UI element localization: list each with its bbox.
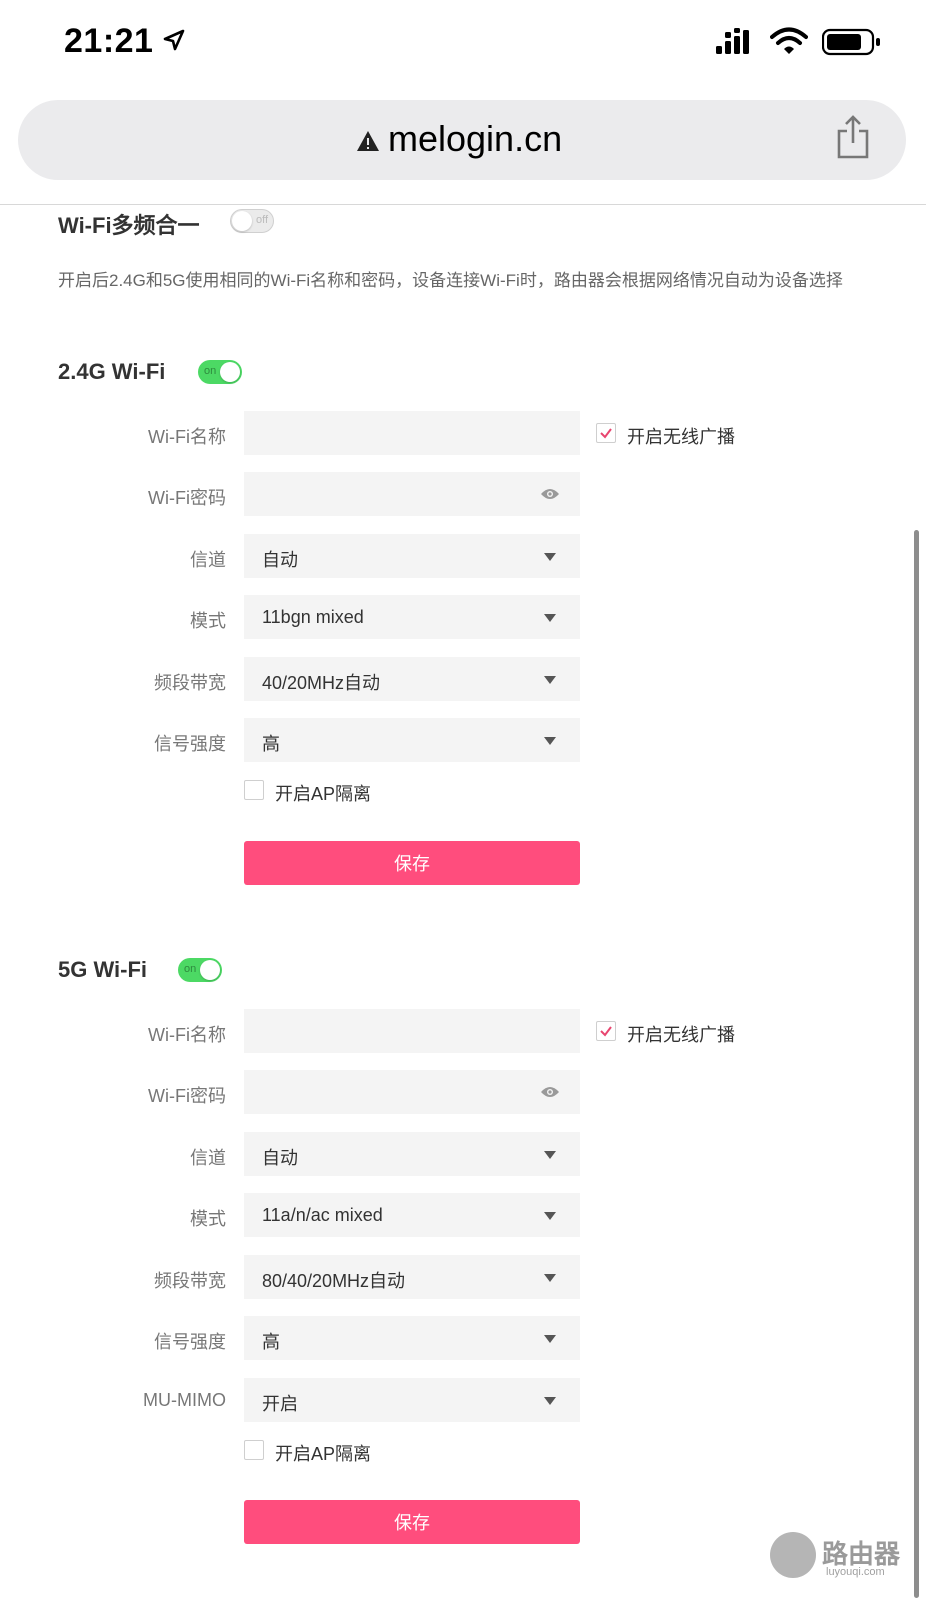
wifi-5g-mumimo-select[interactable]: 开启	[244, 1378, 580, 1422]
dropdown-arrow-icon	[544, 614, 556, 622]
toggle-state-label: on	[204, 365, 217, 377]
wifi-24g-bandwidth-label: 频段带宽	[154, 673, 226, 693]
toggle-state-label: off	[255, 214, 268, 226]
wifi-24g-name-input[interactable]	[244, 411, 580, 455]
wifi-24g-ap-isolation-label: 开启AP隔离	[275, 784, 372, 804]
wifi-5g-save-button[interactable]: 保存	[244, 1500, 580, 1544]
wifi-24g-power-value: 高	[262, 734, 280, 754]
wifi-5g-power-select[interactable]: 高	[244, 1316, 580, 1360]
status-bar: 21:21	[0, 0, 926, 90]
wifi-5g-mode-value: 11a/n/ac mixed	[262, 1205, 383, 1225]
cellular-signal-icon	[716, 28, 749, 54]
battery-icon	[822, 28, 880, 56]
wifi-5g-mumimo-label: MU-MIMO	[143, 1390, 226, 1410]
dropdown-arrow-icon	[544, 1397, 556, 1405]
dropdown-arrow-icon	[544, 553, 556, 561]
wifi-24g-channel-value: 自动	[262, 550, 298, 570]
location-arrow-icon	[163, 29, 185, 51]
eye-icon[interactable]	[540, 1084, 560, 1100]
wifi-24g-channel-label: 信道	[190, 550, 226, 570]
dropdown-arrow-icon	[544, 1212, 556, 1220]
header-divider	[0, 204, 926, 205]
wifi-5g-channel-select[interactable]: 自动	[244, 1132, 580, 1176]
wifi-5g-title: 5G Wi-Fi	[58, 957, 148, 982]
multiband-description: 开启后2.4G和5G使用相同的Wi-Fi名称和密码，设备连接Wi-Fi时，路由器…	[58, 271, 843, 290]
page-scrollbar[interactable]	[914, 530, 919, 1598]
wifi-status-icon	[770, 27, 808, 54]
wifi-24g-channel-select[interactable]: 自动	[244, 534, 580, 578]
wifi-5g-ap-isolation-checkbox[interactable]	[244, 1440, 264, 1460]
multiband-title: Wi-Fi多频合一	[58, 213, 200, 238]
dropdown-arrow-icon	[544, 737, 556, 745]
wifi-5g-ap-isolation-label: 开启AP隔离	[275, 1444, 372, 1464]
wifi-5g-mode-label: 模式	[190, 1209, 226, 1229]
eye-icon[interactable]	[540, 486, 560, 502]
wifi-5g-power-value: 高	[262, 1332, 280, 1352]
wifi-5g-broadcast-checkbox[interactable]	[596, 1021, 616, 1041]
wifi-5g-bandwidth-value: 80/40/20MHz自动	[262, 1271, 406, 1291]
wifi-5g-bandwidth-select[interactable]: 80/40/20MHz自动	[244, 1255, 580, 1299]
wifi-24g-power-select[interactable]: 高	[244, 718, 580, 762]
wifi-5g-password-input[interactable]	[244, 1070, 580, 1114]
not-secure-warning-icon	[357, 131, 379, 151]
dropdown-arrow-icon	[544, 1335, 556, 1343]
wifi-24g-broadcast-checkbox[interactable]	[596, 423, 616, 443]
wifi-24g-bandwidth-select[interactable]: 40/20MHz自动	[244, 657, 580, 701]
checkmark-icon	[600, 1026, 612, 1037]
wifi-24g-mode-value: 11bgn mixed	[262, 607, 364, 627]
dropdown-arrow-icon	[544, 676, 556, 684]
wifi-5g-toggle[interactable]: on	[178, 958, 222, 982]
dropdown-arrow-icon	[544, 1274, 556, 1282]
wifi-5g-name-label: Wi-Fi名称	[148, 1025, 226, 1045]
wifi-24g-name-label: Wi-Fi名称	[148, 427, 226, 447]
wifi-24g-mode-select[interactable]: 11bgn mixed	[244, 595, 580, 639]
wifi-5g-bandwidth-label: 频段带宽	[154, 1271, 226, 1291]
router-logo-icon	[770, 1532, 816, 1578]
wifi-5g-broadcast-label: 开启无线广播	[627, 1025, 735, 1045]
wifi-24g-bandwidth-value: 40/20MHz自动	[262, 673, 381, 693]
watermark-subtext: luyouqi.com	[826, 1566, 885, 1578]
wifi-5g-channel-value: 自动	[262, 1148, 298, 1168]
wifi-24g-toggle[interactable]: on	[198, 360, 242, 384]
toggle-knob	[200, 960, 220, 980]
wifi-24g-power-label: 信号强度	[154, 734, 226, 754]
wifi-24g-save-button[interactable]: 保存	[244, 841, 580, 885]
wifi-5g-channel-label: 信道	[190, 1148, 226, 1168]
wifi-5g-power-label: 信号强度	[154, 1332, 226, 1352]
toggle-state-label: on	[184, 963, 197, 975]
toggle-knob	[220, 362, 240, 382]
wifi-24g-ap-isolation-checkbox[interactable]	[244, 780, 264, 800]
wifi-24g-broadcast-label: 开启无线广播	[627, 427, 735, 447]
multiband-toggle[interactable]: off	[230, 209, 274, 233]
wifi-5g-mumimo-value: 开启	[262, 1394, 298, 1414]
wifi-5g-mode-select[interactable]: 11a/n/ac mixed	[244, 1193, 580, 1237]
checkmark-icon	[600, 428, 612, 439]
url-text[interactable]: melogin.cn	[388, 118, 562, 160]
watermark: 路由器 luyouqi.com	[770, 1530, 920, 1586]
wifi-24g-password-input[interactable]	[244, 472, 580, 516]
status-time: 21:21	[64, 22, 154, 60]
wifi-24g-title: 2.4G Wi-Fi	[58, 359, 166, 384]
wifi-5g-name-input[interactable]	[244, 1009, 580, 1053]
wifi-24g-mode-label: 模式	[190, 611, 226, 631]
share-icon[interactable]	[836, 114, 870, 160]
toggle-knob	[232, 211, 252, 231]
wifi-24g-password-label: Wi-Fi密码	[148, 488, 226, 508]
dropdown-arrow-icon	[544, 1151, 556, 1159]
wifi-5g-password-label: Wi-Fi密码	[148, 1086, 226, 1106]
